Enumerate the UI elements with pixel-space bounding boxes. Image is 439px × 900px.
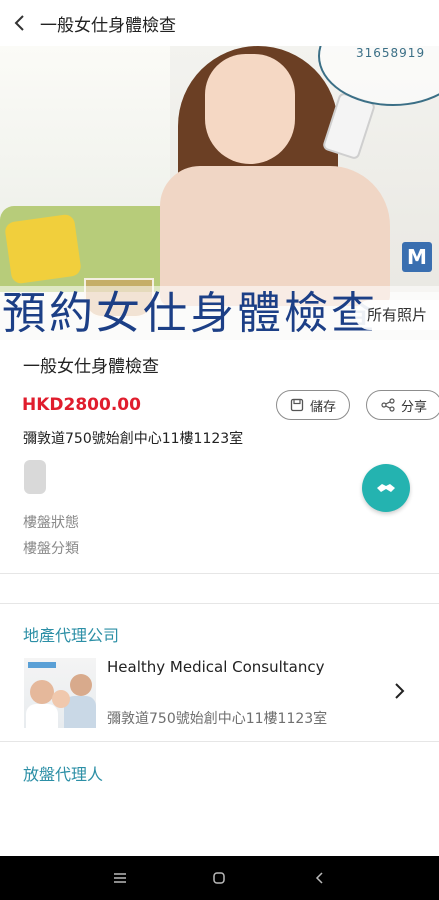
- menu-lines-icon: [113, 873, 126, 883]
- agent-section-title: 放盤代理人: [23, 765, 104, 784]
- app-screen: 一般女仕身體檢查 31658919 M 預約女仕身體檢查 所有照片 一般女仕身體…: [0, 0, 439, 900]
- agency-section-title: 地產代理公司: [23, 626, 120, 645]
- listing-category-label: 樓盤分類: [23, 541, 79, 557]
- agency-name: Healthy Medical Consultancy: [107, 658, 325, 676]
- chevron-left-icon: [14, 15, 24, 31]
- divider: [0, 603, 439, 604]
- page-title: 一般女仕身體檢查: [40, 15, 176, 36]
- system-nav-bar: [0, 856, 439, 900]
- hero-bubble-text: 31658919: [356, 46, 426, 60]
- listing-title: 一般女仕身體檢查: [23, 357, 159, 377]
- share-icon: [381, 398, 395, 412]
- agency-address: 彌敦道750號始創中心11樓1123室: [107, 711, 328, 727]
- placeholder-block: [24, 460, 46, 494]
- hero-logo: M: [402, 242, 432, 272]
- handshake-icon: [377, 484, 395, 492]
- contact-fab-button[interactable]: [362, 464, 410, 512]
- agency-logo-person: [26, 704, 58, 728]
- back-arrow-icon: [316, 872, 323, 884]
- agency-logo-image: [24, 658, 96, 728]
- recent-apps-button[interactable]: [100, 856, 140, 900]
- share-button[interactable]: 分享: [366, 390, 439, 420]
- divider: [0, 573, 439, 574]
- agency-logo-face: [52, 690, 70, 708]
- back-button[interactable]: [0, 0, 40, 46]
- listing-address: 彌敦道750號始創中心11樓1123室: [23, 431, 244, 447]
- listing-status-label: 樓盤狀態: [23, 515, 79, 531]
- hero-woman-body: [160, 166, 390, 306]
- hero-banner-text: 預約女仕身體檢查: [2, 288, 378, 339]
- listing-price: HKD2800.00: [22, 395, 141, 415]
- home-square-icon: [213, 872, 226, 884]
- all-photos-button[interactable]: 所有照片: [354, 300, 439, 330]
- divider: [0, 741, 439, 742]
- agency-logo-bar: [28, 662, 56, 668]
- agency-logo-face: [70, 674, 92, 696]
- top-bar: 一般女仕身體檢查: [0, 0, 439, 46]
- chevron-right-icon: [395, 683, 405, 699]
- agency-logo-face: [30, 680, 54, 704]
- hero-woman-face: [205, 54, 295, 164]
- home-button[interactable]: [199, 856, 239, 900]
- save-button[interactable]: 儲存: [276, 390, 350, 420]
- save-button-label: 儲存: [309, 399, 336, 415]
- agency-row[interactable]: Healthy Medical Consultancy 彌敦道750號始創中心1…: [0, 650, 439, 734]
- hero-image[interactable]: 31658919 M 預約女仕身體檢查 所有照片: [0, 46, 439, 340]
- hero-pillow: [4, 213, 82, 285]
- system-back-button[interactable]: [299, 856, 339, 900]
- share-button-label: 分享: [400, 399, 427, 415]
- save-icon: [290, 398, 304, 412]
